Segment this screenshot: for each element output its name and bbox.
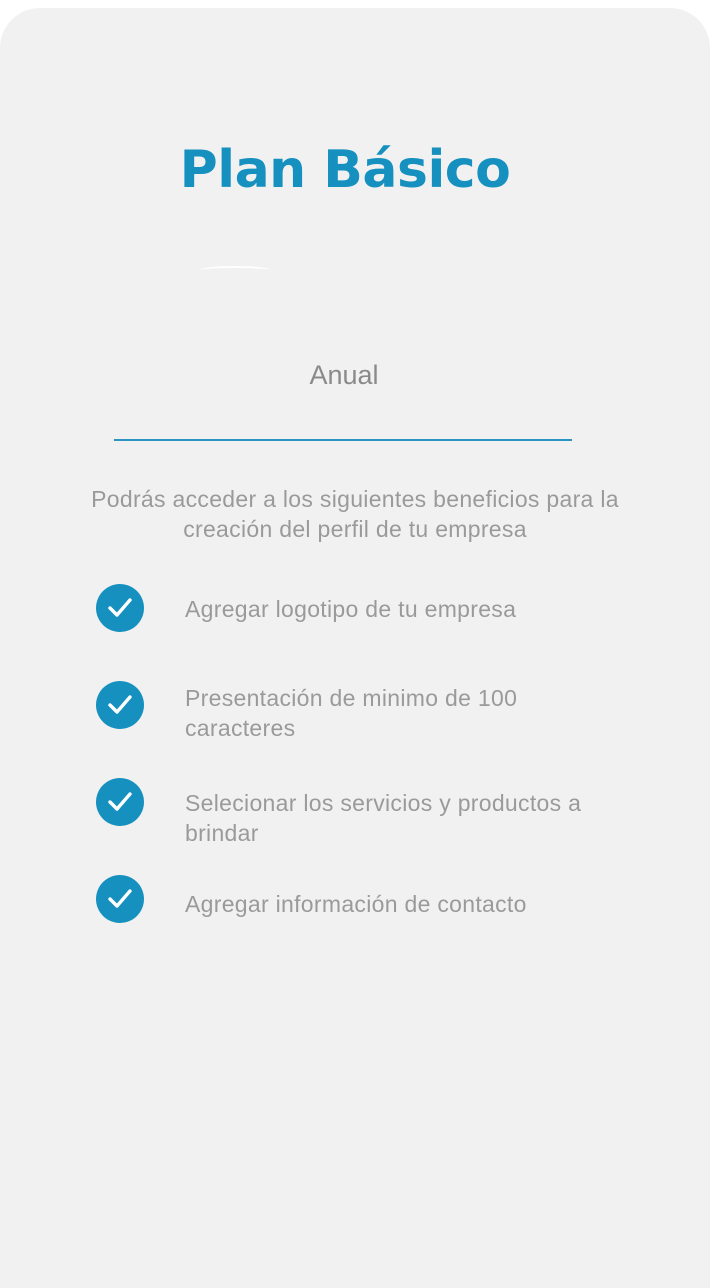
benefit-label: Agregar información de contacto	[185, 891, 527, 917]
plan-period: Anual	[309, 360, 379, 390]
check-circle-icon	[96, 681, 144, 729]
benefits-description: Podrás acceder a los siguientes benefici…	[91, 486, 619, 542]
benefit-label: Selecionar los servicios y productos a b…	[185, 790, 582, 846]
period-divider	[114, 439, 572, 441]
check-circle-icon	[96, 778, 144, 826]
check-circle-icon	[96, 584, 144, 632]
plan-card: Plan Básico Anual Podrás acceder a los s…	[0, 8, 710, 1288]
check-circle-icon	[96, 875, 144, 923]
benefit-label: Presentación de minimo de 100 caracteres	[185, 685, 518, 741]
plan-title: Plan Básico	[179, 140, 511, 200]
price-placeholder	[200, 266, 270, 274]
benefit-label: Agregar logotipo de tu empresa	[185, 596, 517, 622]
